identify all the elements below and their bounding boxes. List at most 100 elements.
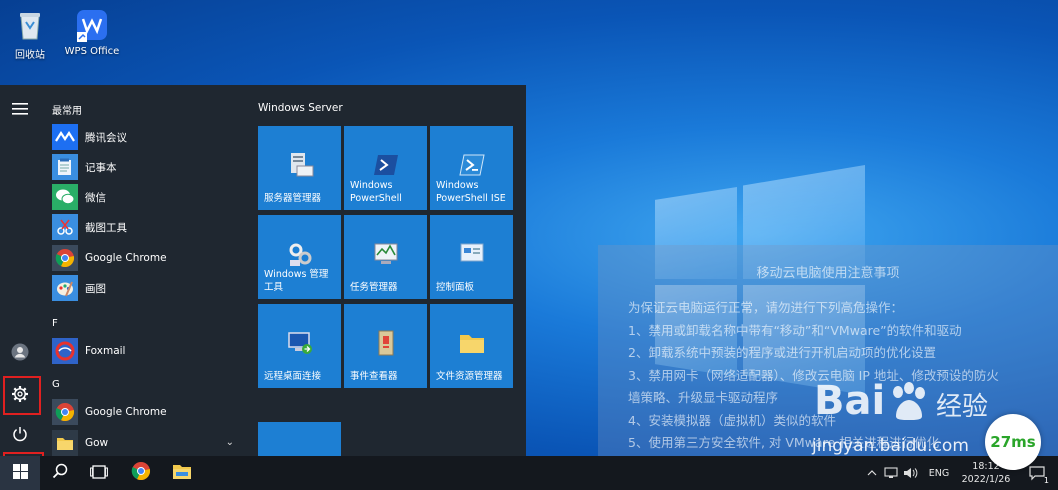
app-item-foxmail[interactable]: Foxmail <box>52 337 242 365</box>
tile-control-panel[interactable]: 控制面板 <box>430 215 513 299</box>
file-explorer-icon <box>457 328 487 358</box>
tile-label: Windows PowerShell ISE <box>436 180 506 205</box>
wps-office-icon <box>75 8 109 42</box>
tile-task-manager[interactable]: 任务管理器 <box>344 215 427 299</box>
tile-label-line: PowerShell ISE <box>436 192 506 204</box>
search-icon <box>52 463 68 483</box>
tile-event-viewer[interactable]: 事件查看器 <box>344 304 427 388</box>
admin-tools-icon <box>285 239 315 269</box>
tile-label-line: Windows 管理 <box>264 269 329 280</box>
tile-label: Windows 管理 工具 <box>264 269 328 294</box>
tile-windows-admin-tools[interactable]: Windows 管理 工具 <box>258 215 341 299</box>
tile-server-manager[interactable]: 服务器管理器 <box>258 126 341 210</box>
hamburger-menu-icon <box>12 100 28 119</box>
tile-label: 文件资源管理器 <box>436 370 503 382</box>
app-item-label: Gow <box>85 437 109 449</box>
foxmail-icon <box>52 338 78 364</box>
notice-line: 2、卸载系统中预装的程序或进行开机启动项的优化设置 <box>628 345 936 360</box>
tile-label: 事件查看器 <box>350 370 398 382</box>
remote-desktop-icon <box>285 328 315 358</box>
event-viewer-icon <box>371 328 401 358</box>
tile-label: 服务器管理器 <box>264 192 322 204</box>
highlight-settings-box <box>3 376 41 415</box>
network-icon[interactable] <box>882 456 900 490</box>
app-item-label: Google Chrome <box>85 252 167 264</box>
task-view-button[interactable] <box>82 456 116 490</box>
wechat-icon <box>52 184 78 210</box>
app-item-google-chrome[interactable]: Google Chrome <box>52 244 242 272</box>
app-item-label: 画图 <box>85 282 106 295</box>
tile-label-line: 工具 <box>264 281 284 293</box>
notepad-icon <box>52 154 78 180</box>
power-icon <box>12 426 28 446</box>
notice-line: 为保证云电脑运行正常，请勿进行下列高危操作： <box>628 300 904 315</box>
notice-line: 1、禁用或卸载名称中带有“移动”和“VMware”的软件和驱动 <box>628 322 962 338</box>
app-item-google-chrome-g[interactable]: Google Chrome <box>52 398 242 426</box>
app-item-gow-folder[interactable]: Gow ⌄ <box>52 429 242 456</box>
input-language-indicator[interactable]: ENG <box>922 456 956 490</box>
section-header-most-used: 最常用 <box>52 106 82 117</box>
task-view-icon <box>90 464 108 483</box>
file-explorer-icon <box>172 463 192 484</box>
search-button[interactable] <box>43 456 77 490</box>
user-avatar-icon <box>11 343 29 365</box>
tile-windows-powershell[interactable]: Windows PowerShell <box>344 126 427 210</box>
tile-windows-powershell-ise[interactable]: Windows PowerShell ISE <box>430 126 513 210</box>
powershell-icon <box>371 150 401 180</box>
start-app-list[interactable]: 最常用 腾讯会议 记事本 微信 截图工具 Google Chrome 画图 F … <box>44 85 248 456</box>
desktop-icon-recycle-bin[interactable]: 回收站 <box>0 8 62 61</box>
tile-label-line: Windows <box>350 180 393 191</box>
section-header-f: F <box>52 318 58 329</box>
powershell-ise-icon <box>457 150 487 180</box>
tile-file-explorer[interactable]: 文件资源管理器 <box>430 304 513 388</box>
tile-label-line: PowerShell <box>350 192 402 204</box>
app-item-tencent-meeting[interactable]: 腾讯会议 <box>52 123 242 151</box>
notice-title: 移动云电脑使用注意事项 <box>756 266 900 281</box>
taskbar-chrome-button[interactable] <box>124 456 158 490</box>
desktop-icon-wps-office[interactable]: WPS Office <box>60 8 124 57</box>
tencent-meeting-icon <box>52 124 78 150</box>
control-panel-icon <box>457 239 487 269</box>
app-item-label: 微信 <box>85 191 106 204</box>
app-item-label: 截图工具 <box>85 221 127 234</box>
app-item-wechat[interactable]: 微信 <box>52 183 242 211</box>
tile-label-line: Windows <box>436 180 479 191</box>
recycle-bin-icon <box>13 8 47 42</box>
app-item-paint[interactable]: 画图 <box>52 274 242 302</box>
paint-icon <box>52 275 78 301</box>
desktop-icon-label: WPS Office <box>64 46 120 57</box>
tray-chevron-up-icon[interactable] <box>864 456 880 490</box>
chrome-icon <box>52 399 78 425</box>
notification-count-badge: 1 <box>1043 476 1049 485</box>
desktop-icon-label: 回收站 <box>15 50 45 61</box>
notice-line: 墙策略、升级显卡驱动程序 <box>628 390 779 405</box>
chrome-icon <box>52 245 78 271</box>
tile-label: 控制面板 <box>436 281 475 293</box>
snipping-tool-icon <box>52 214 78 240</box>
tile-label: 任务管理器 <box>350 281 398 293</box>
volume-icon[interactable] <box>902 456 920 490</box>
power-button[interactable] <box>0 417 40 455</box>
notice-line: 3、禁用网卡（网络适配器）、修改云电脑 IP 地址、修改预设的防火 <box>628 367 999 383</box>
app-item-label: 腾讯会议 <box>85 131 127 144</box>
notification-icon: 1 <box>1029 465 1049 485</box>
hamburger-menu-button[interactable] <box>0 90 40 128</box>
start-menu: 最常用 腾讯会议 记事本 微信 截图工具 Google Chrome 画图 F … <box>0 85 526 456</box>
taskbar-file-explorer-button[interactable] <box>165 456 199 490</box>
app-item-snipping-tool[interactable]: 截图工具 <box>52 213 242 241</box>
tile-label: 远程桌面连接 <box>264 370 322 382</box>
app-item-label: Foxmail <box>85 345 126 357</box>
app-item-notepad[interactable]: 记事本 <box>52 153 242 181</box>
chrome-icon <box>131 461 151 485</box>
app-item-label: 记事本 <box>85 161 117 174</box>
task-manager-icon <box>371 239 401 269</box>
windows-start-icon <box>12 463 28 483</box>
user-account-button[interactable] <box>0 335 40 373</box>
tile-remote-desktop[interactable]: 远程桌面连接 <box>258 304 341 388</box>
tile-partial[interactable] <box>258 422 341 456</box>
folder-icon <box>52 430 78 456</box>
start-button[interactable] <box>0 456 40 490</box>
server-manager-icon <box>285 150 315 180</box>
app-item-label: Google Chrome <box>85 406 167 418</box>
chevron-down-icon[interactable]: ⌄ <box>226 437 234 448</box>
